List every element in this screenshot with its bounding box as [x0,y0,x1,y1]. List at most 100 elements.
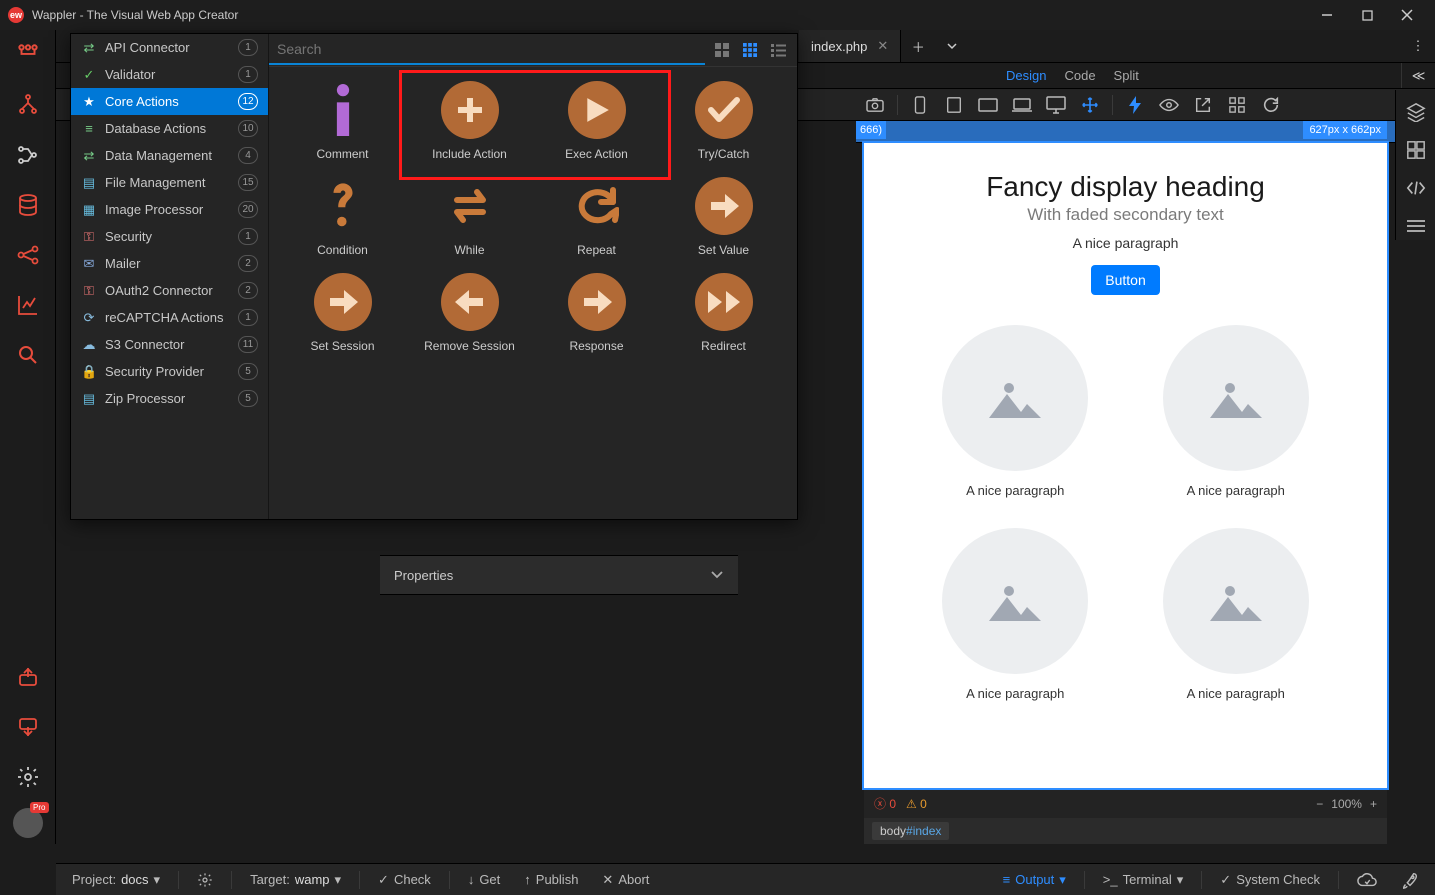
project-selector[interactable]: Project: docs ▾ [66,872,166,888]
tablet-landscape-icon[interactable] [973,92,1003,118]
mode-split[interactable]: Split [1114,68,1139,83]
branch-icon[interactable] [8,86,48,124]
breadcrumb-node[interactable]: body#index [872,822,949,840]
rocket-icon[interactable] [1395,871,1425,889]
action-redirect[interactable]: Redirect [660,269,787,357]
action-set-value[interactable]: Set Value [660,173,787,261]
qr-icon[interactable] [1222,92,1252,118]
error-count-icon[interactable]: ⓧ 0 [874,795,896,812]
cloud-sync-icon[interactable] [1351,872,1383,888]
action-comment[interactable]: Comment [279,77,406,165]
action-try-catch[interactable]: Try/Catch [660,77,787,165]
workflow-icon[interactable] [8,36,48,74]
search-input[interactable] [269,35,705,65]
properties-header[interactable]: Properties [380,555,738,595]
action-icon [441,273,499,331]
category-item[interactable]: ▤ File Management 15 [71,169,268,196]
tab-dropdown-icon[interactable] [935,30,969,62]
user-avatar[interactable]: Pro [13,808,43,838]
terminal-panel-toggle[interactable]: >_Terminal▾ [1097,872,1189,888]
minimize-button[interactable] [1307,0,1347,30]
styles-icon[interactable] [1402,136,1430,164]
category-item[interactable]: ★ Core Actions 12 [71,88,268,115]
eye-icon[interactable] [1154,92,1184,118]
action-condition[interactable]: Condition [279,173,406,261]
settings-icon[interactable] [8,758,48,796]
overflow-menu-icon[interactable]: ⋮ [1401,30,1435,62]
flow-icon[interactable] [8,136,48,174]
move-icon[interactable] [1075,92,1105,118]
layers-icon[interactable] [1402,98,1430,126]
card-caption: A nice paragraph [1187,686,1285,701]
project-settings-icon[interactable] [191,872,219,888]
mobile-icon[interactable] [905,92,935,118]
action-exec-action[interactable]: Exec Action [533,77,660,165]
category-item[interactable]: ⇄ Data Management 4 [71,142,268,169]
grid-small-icon[interactable] [739,39,761,61]
list-view-icon[interactable] [767,39,789,61]
category-item[interactable]: ⚿ Security 1 [71,223,268,250]
category-item[interactable]: ▤ Zip Processor 5 [71,385,268,412]
action-set-session[interactable]: Set Session [279,269,406,357]
target-selector[interactable]: Target: wamp ▾ [244,872,347,888]
new-tab-button[interactable]: ＋ [901,30,935,62]
category-item[interactable]: ≡ Database Actions 10 [71,115,268,142]
download-icon: ↓ [468,872,475,887]
card-caption: A nice paragraph [1187,483,1285,498]
laptop-icon[interactable] [1007,92,1037,118]
titlebar: ew Wappler - The Visual Web App Creator [0,0,1435,30]
design-canvas[interactable]: Fancy display heading With faded seconda… [864,143,1387,788]
export-icon[interactable] [8,658,48,696]
chevron-down-icon [710,570,724,580]
page-button[interactable]: Button [1091,265,1159,295]
mode-design[interactable]: Design [1006,68,1046,83]
get-button[interactable]: ↓Get [462,872,506,887]
refresh-icon[interactable] [1256,92,1286,118]
graph-icon[interactable] [8,236,48,274]
maximize-button[interactable] [1347,0,1387,30]
page-subheading: With faded secondary text [880,205,1371,225]
collapse-right-icon[interactable]: ≪ [1401,63,1435,88]
lightning-icon[interactable] [1120,92,1150,118]
action-repeat[interactable]: Repeat [533,173,660,261]
grid-large-icon[interactable] [711,39,733,61]
category-item[interactable]: ⚿ OAuth2 Connector 2 [71,277,268,304]
category-item[interactable]: 🔒 Security Provider 5 [71,358,268,385]
category-icon: ★ [81,94,97,110]
desktop-icon[interactable] [1041,92,1071,118]
chart-icon[interactable] [8,286,48,324]
external-link-icon[interactable] [1188,92,1218,118]
action-label: Set Session [310,339,374,353]
abort-button[interactable]: ✕Abort [596,872,655,888]
database-icon[interactable] [8,186,48,224]
tab-index[interactable]: index.php ✕ [799,30,901,62]
tablet-portrait-icon[interactable] [939,92,969,118]
category-item[interactable]: ⟳ reCAPTCHA Actions 1 [71,304,268,331]
camera-icon[interactable] [860,92,890,118]
action-while[interactable]: While [406,173,533,261]
warning-count-icon[interactable]: ⚠ 0 [906,797,927,811]
search-icon[interactable] [8,336,48,374]
check-button[interactable]: ✓Check [372,872,437,888]
zoom-out-button[interactable]: − [1316,797,1323,811]
close-button[interactable] [1387,0,1427,30]
action-include-action[interactable]: Include Action [406,77,533,165]
category-item[interactable]: ✉ Mailer 2 [71,250,268,277]
import-icon[interactable] [8,708,48,746]
action-response[interactable]: Response [533,269,660,357]
list-icon[interactable] [1402,212,1430,240]
system-check-button[interactable]: ✓System Check [1214,872,1326,888]
category-item[interactable]: ☁ S3 Connector 11 [71,331,268,358]
tab-close-icon[interactable]: ✕ [877,38,888,54]
action-remove-session[interactable]: Remove Session [406,269,533,357]
code-icon[interactable] [1402,174,1430,202]
output-panel-toggle[interactable]: ≡Output▾ [997,872,1072,888]
category-item[interactable]: ⇄ API Connector 1 [71,34,268,61]
output-icon: ≡ [1003,872,1011,887]
category-item[interactable]: ▦ Image Processor 20 [71,196,268,223]
category-label: S3 Connector [105,337,230,352]
zoom-in-button[interactable]: + [1370,797,1377,811]
category-item[interactable]: ✓ Validator 1 [71,61,268,88]
publish-button[interactable]: ↑Publish [518,872,584,887]
mode-code[interactable]: Code [1064,68,1095,83]
